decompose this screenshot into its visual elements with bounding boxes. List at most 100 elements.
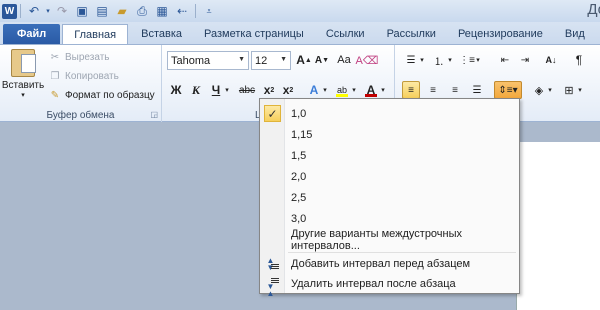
shrink-font-icon[interactable]: A ▼ — [313, 51, 331, 69]
more-options-label: Другие варианты междустрочных интервалов… — [291, 227, 463, 252]
numbering-dropdown-icon[interactable]: ▾ — [446, 51, 454, 69]
menu-item-remove-space-after[interactable]: ▼ ▲ Удалить интервал после абзаца — [260, 273, 519, 298]
quick-access-toolbar: W ↶ ▾ ↷ ▣ ▤ ▰ ⎙ ▦ ⇠ ⩡ — [0, 0, 219, 22]
font-color-dropdown-icon[interactable]: ▾ — [379, 81, 387, 99]
undo-dropdown-icon[interactable]: ▾ — [44, 2, 52, 20]
clear-formatting-icon[interactable]: A⌫ — [356, 51, 379, 69]
customize-toolbar-icon[interactable]: ⩡ — [199, 2, 219, 20]
clipboard-icon — [11, 49, 36, 77]
menu-item-more-spacing-options[interactable]: Другие варианты междустрочных интервалов… — [260, 227, 519, 252]
spacing-option-label: 3,0 — [291, 212, 307, 225]
chevron-down-icon: ▼ — [238, 56, 245, 63]
text-effects-dropdown-icon[interactable]: ▾ — [321, 81, 329, 99]
multilevel-dropdown-icon[interactable]: ▾ — [474, 51, 482, 69]
menu-item-spacing-2-0[interactable]: 2,0 — [260, 166, 519, 187]
strikethrough-button[interactable]: abc — [236, 81, 258, 99]
print-icon[interactable]: ⎙ — [132, 2, 152, 20]
format-painter-button[interactable]: ✎ Формат по образцу — [48, 87, 155, 104]
remove-space-after-icon: ▼ ▲ — [264, 275, 281, 298]
add-space-before-label: Добавить интервал перед абзацем — [291, 257, 471, 270]
copy-icon: ❐ — [50, 71, 60, 82]
paste-dropdown-icon: ▾ — [21, 92, 25, 99]
menu-item-spacing-2-5[interactable]: 2,5 — [260, 187, 519, 208]
chevron-down-icon: ▼ — [280, 56, 287, 63]
menu-item-add-space-before[interactable]: ▲▼ Добавить интервал перед абзацем — [260, 253, 519, 274]
checkmark-icon: ✓ — [264, 105, 281, 122]
paste-label: Вставить — [1, 80, 45, 91]
word-logo-icon[interactable]: W — [2, 3, 17, 19]
increase-indent-icon[interactable]: ⇥ — [516, 51, 534, 69]
font-size-select[interactable]: 12 ▼ — [251, 51, 291, 70]
subscript-label: x — [263, 83, 271, 97]
copy-label: Копировать — [65, 71, 119, 82]
line-spacing-menu: ✓ 1,0 1,15 1,5 2,0 2,5 3,0 Другие вариан… — [259, 98, 520, 298]
cut-button[interactable]: ✂ Вырезать — [48, 49, 110, 66]
tab-file[interactable]: Файл — [3, 24, 61, 44]
subscript-button[interactable]: x2 — [260, 81, 278, 99]
clipboard-group-label: Буфер обмена — [46, 110, 115, 121]
tab-review[interactable]: Рецензирование — [447, 24, 554, 44]
format-painter-label: Формат по образцу — [65, 90, 155, 101]
undo-icon[interactable]: ↶ — [24, 2, 44, 20]
open-icon[interactable]: ▰ — [112, 2, 132, 20]
bullets-dropdown-icon[interactable]: ▾ — [418, 51, 426, 69]
align-right-icon[interactable]: ≡ — [446, 81, 464, 99]
justify-icon[interactable]: ☰ — [468, 81, 486, 99]
tab-page-layout[interactable]: Разметка страницы — [193, 24, 315, 44]
new-document-icon[interactable]: ▤ — [92, 2, 112, 20]
arrow-dropdown-icon[interactable]: ⇠ — [172, 2, 192, 20]
scissors-icon: ✂ — [50, 52, 60, 63]
spacing-option-label: 1,5 — [291, 149, 307, 162]
clipboard-launcher-icon[interactable]: ◲ — [150, 110, 158, 119]
menu-item-spacing-1-5[interactable]: 1,5 — [260, 145, 519, 166]
bold-button[interactable]: Ж — [167, 81, 185, 99]
cut-label: Вырезать — [65, 52, 110, 63]
grow-font-icon[interactable]: A ▲ — [295, 51, 313, 69]
remove-space-after-label: Удалить интервал после абзаца — [291, 277, 456, 290]
align-left-icon[interactable]: ≡ — [402, 81, 420, 99]
font-name-select[interactable]: Tahoma ▼ — [167, 51, 249, 70]
align-center-icon[interactable]: ≡ — [424, 81, 442, 99]
spacing-option-label: 2,5 — [291, 191, 307, 204]
paste-button[interactable]: Вставить ▾ — [1, 49, 45, 105]
paintbrush-icon: ✎ — [50, 90, 60, 101]
tab-insert[interactable]: Вставка — [130, 24, 193, 44]
underline-dropdown-icon[interactable]: ▾ — [223, 81, 231, 99]
add-space-before-icon: ▲▼ — [264, 255, 281, 272]
superscript-button[interactable]: x2 — [279, 81, 297, 99]
tab-view[interactable]: Вид — [554, 24, 596, 44]
title-bar: W ↶ ▾ ↷ ▣ ▤ ▰ ⎙ ▦ ⇠ ⩡ До — [0, 0, 600, 22]
highlight-dropdown-icon[interactable]: ▾ — [350, 81, 358, 99]
window-title: До — [587, 1, 600, 18]
spacing-option-label: 1,0 — [291, 107, 307, 120]
tab-mailings[interactable]: Рассылки — [376, 24, 447, 44]
shading-dropdown-icon[interactable]: ▾ — [546, 81, 554, 99]
change-case-icon[interactable]: Aa — [335, 51, 353, 69]
line-spacing-icon[interactable]: ⇕≡▾ — [494, 81, 522, 99]
font-size-value: 12 — [255, 54, 268, 67]
tab-home[interactable]: Главная — [62, 24, 129, 44]
tab-references[interactable]: Ссылки — [315, 24, 376, 44]
menu-item-spacing-3-0[interactable]: 3,0 — [260, 208, 519, 229]
spacing-option-label: 2,0 — [291, 170, 307, 183]
menu-item-spacing-1-15[interactable]: 1,15 — [260, 124, 519, 145]
qat-separator-2 — [195, 4, 196, 18]
menu-item-spacing-1-0[interactable]: ✓ 1,0 — [260, 103, 519, 124]
save-icon[interactable]: ▣ — [72, 2, 92, 20]
font-name-value: Tahoma — [171, 54, 211, 67]
decrease-indent-icon[interactable]: ⇤ — [496, 51, 514, 69]
clipboard-group: Вставить ▾ ✂ Вырезать ❐ Копировать ✎ Фор… — [0, 45, 162, 122]
spacing-option-label: 1,15 — [291, 128, 313, 141]
show-formatting-icon[interactable]: ¶ — [570, 51, 588, 69]
borders-dropdown-icon[interactable]: ▾ — [576, 81, 584, 99]
copy-button[interactable]: ❐ Копировать — [48, 68, 119, 85]
font-color-icon[interactable]: A — [362, 81, 380, 99]
ribbon-tabs: Файл Главная Вставка Разметка страницы С… — [0, 22, 600, 44]
document-page[interactable] — [516, 142, 600, 310]
highlight-color-icon[interactable]: ab — [333, 81, 351, 99]
italic-button[interactable]: К — [187, 81, 205, 99]
qat-separator — [20, 4, 21, 18]
picture-icon[interactable]: ▦ — [152, 2, 172, 20]
redo-icon[interactable]: ↷ — [52, 2, 72, 20]
sort-icon[interactable]: A↓ — [542, 51, 560, 69]
